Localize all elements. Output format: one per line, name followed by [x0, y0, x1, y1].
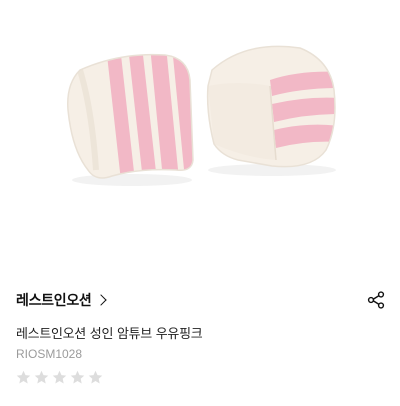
brand-link[interactable]: 레스트인오션 — [16, 290, 108, 310]
star-icon — [52, 370, 67, 384]
share-button[interactable] — [366, 290, 386, 310]
brand-name: 레스트인오션 — [16, 293, 92, 309]
product-title: 레스트인오션 성인 암튜브 우유핑크 — [16, 327, 203, 342]
share-icon — [367, 291, 385, 309]
star-icon — [88, 370, 103, 384]
star-icon — [16, 370, 31, 384]
product-code: RIOSM1028 — [16, 347, 83, 361]
product-image[interactable] — [0, 0, 400, 272]
chevron-right-icon — [95, 294, 108, 306]
armband-illustration — [67, 45, 336, 186]
rating-stars — [15, 369, 104, 386]
star-icon — [34, 370, 49, 384]
brand-row: 레스트인오션 — [16, 289, 388, 311]
star-icon — [70, 370, 85, 384]
